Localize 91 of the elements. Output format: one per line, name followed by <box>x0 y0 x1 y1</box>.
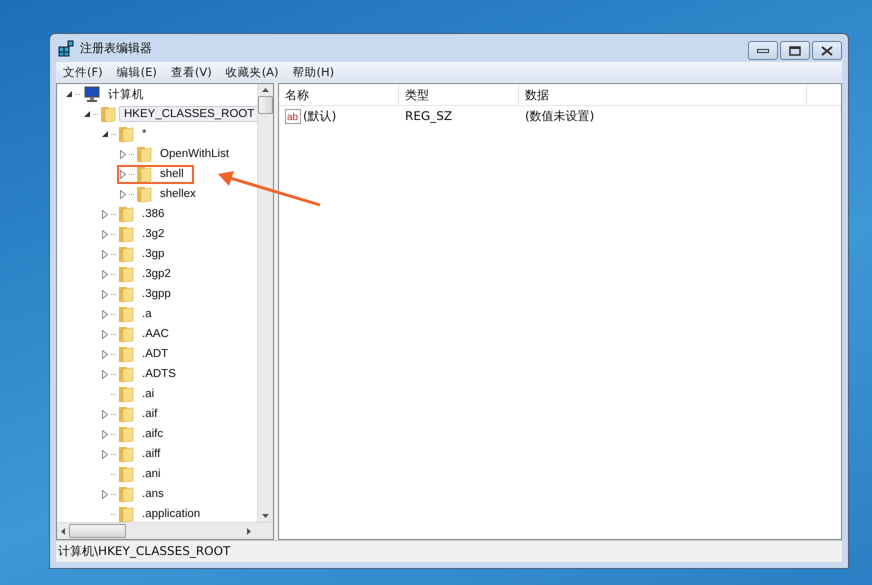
window-title: 注册表编辑器 <box>80 40 152 56</box>
tree-item[interactable]: .ADTS <box>99 364 186 384</box>
folder-icon <box>118 465 134 483</box>
minimize-button[interactable] <box>748 41 778 60</box>
folder-icon <box>118 445 134 463</box>
close-icon <box>821 46 833 56</box>
minimize-icon <box>757 48 769 54</box>
folder-icon <box>118 385 134 403</box>
tree-item[interactable]: .AAC <box>99 324 179 344</box>
column-header[interactable]: 数据 <box>519 84 807 105</box>
expand-icon[interactable] <box>102 450 108 458</box>
tree-item[interactable]: .3gp2 <box>99 264 181 284</box>
computer-icon <box>82 86 100 102</box>
tree-item[interactable]: .3gp <box>99 244 174 264</box>
expand-icon[interactable] <box>102 330 108 338</box>
scroll-down-icon[interactable] <box>262 514 269 518</box>
expand-icon[interactable] <box>102 310 108 318</box>
folder-icon <box>118 325 134 343</box>
folder-icon <box>118 225 134 243</box>
maximize-button[interactable] <box>780 41 810 60</box>
folder-icon <box>118 285 134 303</box>
tree-item[interactable]: .ani <box>99 464 171 484</box>
folder-icon <box>118 125 134 143</box>
folder-icon <box>118 305 134 323</box>
tree-item[interactable]: .3g2 <box>99 224 174 244</box>
tree-item[interactable]: shellex <box>117 184 206 204</box>
close-button[interactable] <box>812 41 842 60</box>
scroll-thumb[interactable] <box>69 524 126 538</box>
tree-item[interactable]: .aiff <box>99 444 170 464</box>
expand-icon[interactable] <box>102 370 108 378</box>
table-cell-text: REG_SZ <box>404 109 454 123</box>
tree-item[interactable]: 计算机 <box>63 84 154 104</box>
collapse-icon[interactable] <box>102 130 108 138</box>
tree-item[interactable]: .386 <box>99 204 174 224</box>
maximize-icon <box>789 46 801 56</box>
scroll-left-icon[interactable] <box>61 528 65 534</box>
folder-icon <box>118 245 134 263</box>
table-cell-text: (数值未设置) <box>524 108 596 124</box>
expand-icon[interactable] <box>102 350 108 358</box>
status-path: 计算机\HKEY_CLASSES_ROOT <box>58 543 230 560</box>
menu-item[interactable]: 收藏夹(A) <box>218 64 286 80</box>
expand-icon[interactable] <box>102 250 108 258</box>
folder-icon <box>136 185 152 203</box>
folder-icon <box>118 405 134 423</box>
folder-icon <box>100 105 116 123</box>
registry-cubes-icon <box>58 39 76 57</box>
tree-item[interactable]: * <box>99 124 156 144</box>
collapse-icon[interactable] <box>66 90 72 98</box>
tree-item[interactable]: .3gpp <box>99 284 181 304</box>
horizontal-scrollbar[interactable] <box>57 522 273 539</box>
string-value-icon: ab <box>285 108 301 124</box>
value-name: (默认) <box>303 108 336 124</box>
menu-item[interactable]: 帮助(H) <box>286 64 342 80</box>
folder-icon <box>118 505 134 522</box>
folder-icon <box>136 145 152 163</box>
folder-icon <box>118 365 134 383</box>
folder-icon <box>118 205 134 223</box>
vertical-scrollbar[interactable] <box>257 84 273 522</box>
folder-icon <box>118 345 134 363</box>
menu-item[interactable]: 文件(F) <box>56 64 110 80</box>
scroll-right-icon[interactable] <box>247 528 251 534</box>
tree-item[interactable]: .aifc <box>99 424 174 444</box>
tree-item[interactable]: .ai <box>99 384 164 404</box>
expand-icon[interactable] <box>102 270 108 278</box>
expand-icon[interactable] <box>102 410 108 418</box>
folder-icon <box>136 165 152 183</box>
expand-icon[interactable] <box>102 430 108 438</box>
tree-item[interactable]: .application <box>99 504 210 522</box>
column-header[interactable]: 名称 <box>279 84 399 105</box>
tree-item[interactable]: .a <box>99 304 162 324</box>
expand-icon[interactable] <box>102 230 108 238</box>
tree-item[interactable]: .ADT <box>99 344 178 364</box>
menu-item[interactable]: 查看(V) <box>164 64 219 80</box>
menu-item[interactable]: 编辑(E) <box>110 64 164 80</box>
expand-icon[interactable] <box>102 210 108 218</box>
collapse-icon[interactable] <box>84 110 90 118</box>
tree-item[interactable]: .aif <box>99 404 168 424</box>
tree-item[interactable]: OpenWithList <box>117 144 240 164</box>
expand-icon[interactable] <box>102 290 108 298</box>
expand-icon[interactable] <box>120 190 126 198</box>
tree-item[interactable]: shell <box>117 164 194 184</box>
folder-icon <box>118 485 134 503</box>
expand-icon[interactable] <box>120 150 126 158</box>
column-header[interactable]: 类型 <box>399 84 519 105</box>
expand-icon[interactable] <box>102 490 108 498</box>
folder-icon <box>118 265 134 283</box>
folder-icon <box>118 425 134 443</box>
expand-icon[interactable] <box>120 170 126 178</box>
scroll-up-icon[interactable] <box>262 88 269 92</box>
scroll-thumb[interactable] <box>258 96 273 114</box>
tree-item[interactable]: .ans <box>99 484 174 504</box>
